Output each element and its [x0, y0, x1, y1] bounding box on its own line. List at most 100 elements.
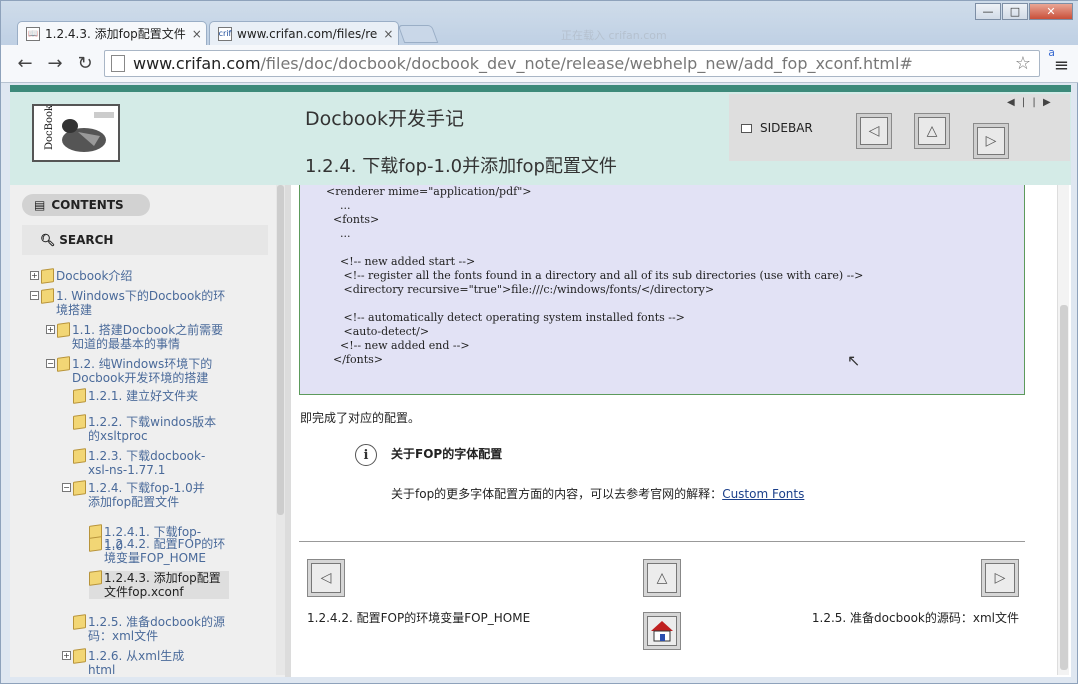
footer-up-button[interactable]: △: [643, 559, 681, 597]
footer-prev-label[interactable]: 1.2.4.2. 配置FOP的环境变量FOP_HOME: [307, 609, 530, 626]
document-title: Docbook开发手记: [305, 108, 465, 130]
sidebar: ▤ CONTENTS 🔍︎ SEARCH + Docbook介绍 − 1. Windows…: [10, 185, 291, 677]
contents-tab[interactable]: ▤ CONTENTS: [22, 194, 150, 216]
up-arrow-icon: △: [647, 563, 677, 593]
footer-next-label[interactable]: 1.2.5. 准备docbook的源码：xml文件: [812, 609, 1019, 626]
toc-item-label: 1.1. 搭建Docbook之前需要知道的最基本的事情: [72, 323, 224, 351]
loading-tab-ghost: 正在载入 crifan.com: [561, 29, 667, 42]
toc-item[interactable]: + Docbook介绍: [30, 268, 250, 284]
main-content: <renderer mime="application/pdf"> ... <f…: [291, 185, 1071, 677]
reload-icon[interactable]: ↻: [71, 50, 99, 78]
footer-next-button[interactable]: ▷: [981, 559, 1019, 597]
minimize-button[interactable]: —: [975, 3, 1001, 20]
toc-item-selected[interactable]: 1.2.4.3. 添加fop配置文件fop.xconf: [89, 570, 229, 599]
tab-strip: 📖 1.2.4.3. 添加fop配置文件 × crif www.crifan.c…: [1, 1, 1078, 45]
book-page-icon: [73, 388, 86, 404]
done-paragraph: 即完成了对应的配置。: [300, 411, 421, 425]
toc-item[interactable]: 1.2.3. 下载docbook-xsl-ns-1.77.1: [73, 448, 223, 477]
book-page-icon: [89, 536, 102, 552]
main-scrollbar[interactable]: [1057, 185, 1069, 675]
book-page-icon: [89, 570, 102, 586]
url-path: /files/doc/docbook/docbook_dev_note/rele…: [260, 54, 913, 73]
book-page-icon: [41, 268, 54, 284]
forward-arrow-icon[interactable]: →: [41, 50, 69, 78]
page-favicon-icon: 📖: [26, 26, 40, 41]
toc-item[interactable]: 1.2.4.2. 配置FOP的环境变量FOP_HOME: [89, 536, 229, 565]
tab-close-icon[interactable]: ×: [377, 27, 393, 41]
code-block: <renderer mime="application/pdf"> ... <f…: [299, 185, 1025, 395]
toc-item-label: 1.2.6. 从xml生成html: [88, 649, 185, 677]
toc-item[interactable]: 1.2.5. 准备docbook的源码：xml文件: [73, 614, 233, 643]
toc-item[interactable]: − 1.2.4. 下载fop-1.0并添加fop配置文件: [62, 480, 212, 509]
toc-item[interactable]: +1.2.6. 从xml生成html: [62, 648, 202, 677]
divider: [299, 541, 1025, 542]
next-arrow-icon: ▷: [977, 127, 1005, 155]
note-body-text: 关于fop的更多字体配置方面的内容，可以去参考官网的解释：: [391, 487, 723, 501]
tab-title: www.crifan.com/files/re: [237, 26, 378, 41]
book-page-icon: [73, 414, 86, 430]
tab-second[interactable]: crif www.crifan.com/files/re ×: [209, 21, 399, 45]
collapse-icon[interactable]: −: [46, 359, 55, 368]
maximize-button[interactable]: □: [1002, 3, 1028, 20]
up-page-button[interactable]: △: [914, 113, 950, 149]
book-page-icon: [73, 480, 86, 496]
back-arrow-icon[interactable]: ←: [11, 50, 39, 78]
book-page-icon: [57, 356, 70, 372]
menu-icon[interactable]: ≡: [1054, 55, 1069, 76]
toc-item[interactable]: +1.1. 搭建Docbook之前需要知道的最基本的事情: [46, 322, 226, 351]
expand-icon[interactable]: +: [30, 271, 39, 280]
prev-page-button[interactable]: ◁: [856, 113, 892, 149]
tab-title: 1.2.4.3. 添加fop配置文件: [45, 27, 186, 41]
browser-window: 📖 1.2.4.3. 添加fop配置文件 × crif www.crifan.c…: [0, 0, 1078, 684]
toc-item-label: 1.2.2. 下载windos版本的xsltproc: [88, 415, 217, 443]
logo-text: DocBook: [44, 106, 55, 150]
url-text[interactable]: www.crifan.com/files/doc/docbook/docbook…: [133, 54, 913, 73]
collapse-icon[interactable]: −: [30, 291, 39, 300]
code-line: ...: [326, 227, 351, 240]
next-page-button[interactable]: ▷: [973, 123, 1009, 159]
sidebar-label: SIDEBAR: [760, 121, 813, 135]
footer-home-button[interactable]: [643, 612, 681, 650]
toc-item[interactable]: − 1. Windows下的Docbook的环境搭建: [30, 288, 230, 317]
toc-item-label: 1.2.1. 建立好文件夹: [88, 389, 199, 403]
toc-item-label: 1.2.4. 下载fop-1.0并添加fop配置文件: [88, 481, 205, 509]
custom-fonts-link[interactable]: Custom Fonts: [722, 487, 804, 501]
window-controls: — □ ✕: [975, 3, 1073, 20]
new-tab-button[interactable]: [397, 25, 439, 43]
main-scroll-thumb[interactable]: [1060, 305, 1068, 670]
tab-close-icon[interactable]: ×: [186, 27, 202, 41]
code-line: <!-- register all the fonts found in a d…: [326, 269, 864, 282]
book-page-icon: [73, 614, 86, 630]
address-bar[interactable]: www.crifan.com/files/doc/docbook/docbook…: [104, 50, 1040, 77]
header-accent-bar: [10, 85, 1071, 92]
search-icon: 🔍︎: [40, 233, 56, 247]
prev-arrow-icon: ◁: [860, 117, 888, 145]
toc-item[interactable]: − 1.2. 纯Windows环境下的Docbook开发环境的搭建: [46, 356, 216, 385]
expand-icon[interactable]: +: [46, 325, 55, 334]
sidebar-scrollbar[interactable]: [276, 185, 285, 675]
bookmark-star-icon[interactable]: ☆: [1015, 53, 1031, 74]
close-window-button[interactable]: ✕: [1029, 3, 1073, 20]
sidebar-scroll-thumb[interactable]: [277, 185, 284, 515]
collapse-icon[interactable]: −: [62, 483, 71, 492]
toc-item[interactable]: 1.2.2. 下载windos版本的xsltproc: [73, 414, 223, 443]
info-icon: i: [355, 444, 377, 466]
code-line: <!-- automatically detect operating syst…: [326, 311, 685, 324]
footer-prev-button[interactable]: ◁: [307, 559, 345, 597]
toc-item[interactable]: 1.2.1. 建立好文件夹: [73, 388, 223, 404]
top-navigation: ◀ | | ▶ SIDEBAR ◁ △ ▷: [729, 94, 1070, 161]
next-arrow-icon: ▷: [985, 563, 1015, 593]
sidebar-toggle-button[interactable]: SIDEBAR: [741, 121, 813, 135]
book-icon: ▤: [34, 198, 46, 212]
code-line: <fonts>: [326, 213, 380, 226]
web-page: DocBook Docbook开发手记 1.2.4. 下载fop-1.0并添加f…: [10, 85, 1071, 677]
sidebar-icon: [741, 123, 752, 133]
url-host: www.crifan.com: [133, 54, 261, 73]
up-arrow-icon: △: [918, 117, 946, 145]
code-line: <!-- new added end -->: [326, 339, 470, 352]
tab-active[interactable]: 📖 1.2.4.3. 添加fop配置文件 ×: [17, 21, 207, 45]
mini-nav-arrows[interactable]: ◀ | | ▶: [1007, 97, 1053, 108]
search-tab[interactable]: 🔍︎ SEARCH: [22, 225, 268, 255]
code-line: <directory recursive="true">file:///c:/w…: [326, 283, 715, 296]
expand-icon[interactable]: +: [62, 651, 71, 660]
